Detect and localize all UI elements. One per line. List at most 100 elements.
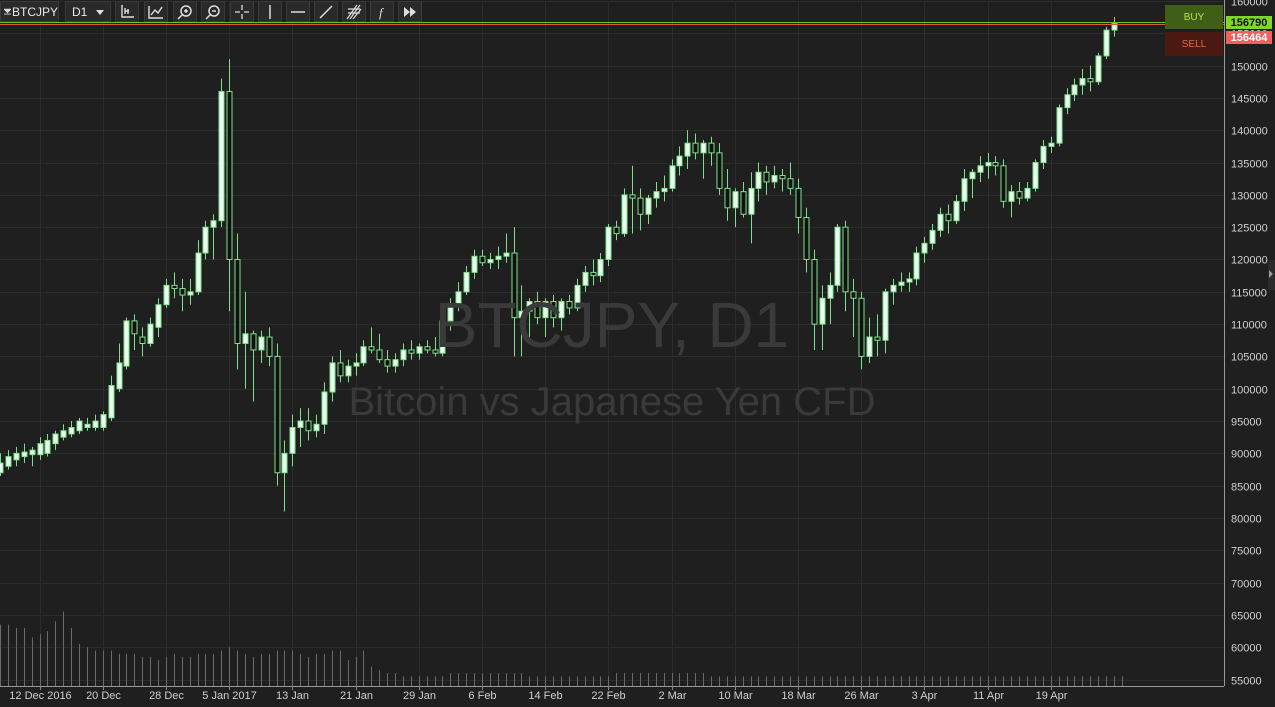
candle-body-bull [116,362,123,390]
candle [210,214,217,260]
price-tick-label: 80000 [1231,514,1262,526]
time-tick-label: 3 Apr [912,690,938,702]
candle [819,285,826,350]
candle-body-bull [913,252,920,280]
candle-body-bull [44,439,51,454]
candle [763,165,770,195]
candle-body-bull [669,165,676,189]
candle-body-bull [329,362,336,393]
candle [13,446,20,467]
price-tick-label: 55000 [1231,676,1262,688]
candle [542,298,549,338]
fibonacci-button[interactable] [342,1,366,22]
price-chart[interactable]: 55000 60000 65000 70000 75000 80000 85000 90000… [0,0,1275,707]
candle-body-bear [613,226,620,235]
indicators-button[interactable]: f [370,1,394,22]
candle [163,278,170,308]
candle-body-bull [621,194,628,235]
candle [574,278,581,312]
candle-body-bull [495,255,502,260]
candle-body-bull [827,284,834,299]
time-tick-label: 28 Dec [149,690,184,702]
candle-body-bull [526,300,533,312]
fast-forward-icon [404,6,416,17]
candle-body-bull [676,155,683,167]
candle [274,343,281,486]
candle-body-bear [787,178,794,189]
candle [803,207,810,273]
candle [953,194,960,224]
candle-body-bear [858,297,865,357]
candle-body-bull [353,362,360,367]
candle [1056,104,1063,147]
candle-body-bull [755,171,762,189]
candle-body-bull [1032,162,1039,189]
vertical-line-button[interactable] [258,1,282,22]
price-tick-label: 135000 [1231,159,1268,171]
candle-body-bull [1024,187,1031,199]
candle-body-bear [368,346,375,351]
candle-body-bull [258,336,265,351]
candle [692,133,699,160]
candle-body-bear [708,142,715,154]
fibonacci-icon [346,4,362,19]
time-tick-label: 18 Mar [781,690,816,702]
candle-body-bull [210,220,217,228]
candle-body-bull [605,226,612,260]
buy-button[interactable]: BUY [1165,5,1223,29]
sell-button[interactable]: SELL [1165,32,1223,56]
axis-scroll-handle[interactable] [1268,260,1275,290]
candle [37,437,44,460]
candle-body-bull [218,90,225,222]
candle-body-bear [250,333,257,351]
scroll-end-button[interactable] [398,1,422,22]
candle-body-bull [155,304,162,328]
candle-body-bear [803,216,810,260]
candle-body-bear [408,349,415,354]
candle-body-bear [637,197,644,215]
auto-scale-button[interactable] [144,1,168,22]
candle [1095,52,1102,86]
crosshair-button[interactable] [230,1,254,22]
candle [621,188,628,237]
candle [748,172,755,244]
candle [226,59,233,312]
candle [534,291,541,325]
candle [52,430,59,451]
candle [874,314,881,357]
zoom-in-button[interactable] [173,1,197,22]
candle [771,165,778,189]
candle-body-bull [100,414,107,429]
time-tick-label: 20 Dec [86,690,121,702]
candle [700,139,707,179]
candle [21,443,28,464]
candle-body-bull [416,346,423,354]
candle-body-bear [384,359,391,367]
candle [368,327,375,354]
candle [526,298,533,338]
candle-body-bull [661,187,668,193]
timeframe-selector[interactable]: D1 [65,1,111,22]
candle [906,272,913,292]
candle-body-bull [882,291,889,341]
horizontal-line-button[interactable] [286,1,310,22]
candle [123,317,130,370]
candle-body-bull [463,271,470,293]
candle [921,236,928,263]
trend-line-button[interactable] [314,1,338,22]
candle [202,220,209,260]
candle-body-bull [985,162,992,167]
candle [455,282,462,312]
symbol-menu-icon [4,8,11,15]
candle-body-bull [1008,191,1015,202]
candle [1087,65,1094,92]
price-tick-label: 85000 [1231,482,1262,494]
candle-body-bull [187,291,194,296]
candle [0,453,4,476]
crosshair-cursor-button[interactable] [115,1,139,22]
candle-body-bull [582,271,589,286]
candle [116,343,123,392]
price-tick-label: 125000 [1231,223,1268,235]
zoom-out-button[interactable] [201,1,225,22]
symbol-selector[interactable]: BTCJPY [0,1,59,22]
